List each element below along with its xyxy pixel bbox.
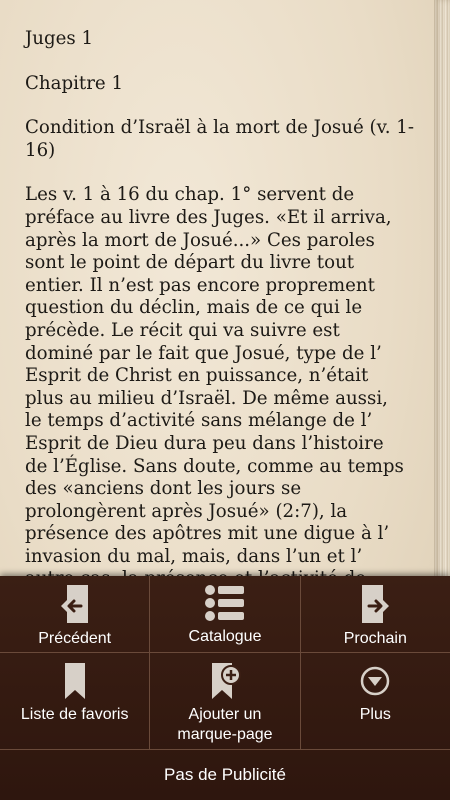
menu-row-secondary: Liste de favoris Ajouter un marque-page … (0, 653, 450, 750)
reader-text[interactable]: Juges 1 Chapitre 1 Condition d’Israël à … (25, 28, 430, 591)
more-chevron-icon (361, 666, 390, 696)
chapter-body: Les v. 1 à 16 du chap. 1° servent de pré… (25, 184, 430, 591)
body-line: dominé par le fait que Josué, type de l’ (25, 342, 382, 364)
body-line: des «anciens dont les jours se (25, 478, 302, 500)
body-line: sont le point de départ du livre tout (25, 252, 355, 274)
bookmark-icon (64, 663, 85, 699)
body-line: le temps d’activité sans mélange de l’ (25, 410, 373, 432)
body-line: de l’Église. Sans doute, comme au temps (25, 455, 404, 477)
body-line: Les v. 1 à 16 du chap. 1° servent de (25, 184, 355, 206)
body-line: présence des apôtres mit une digue à l’ (25, 523, 390, 545)
favorites-label: Liste de favoris (20, 706, 129, 723)
next-button[interactable]: Prochain (299, 576, 450, 652)
previous-button[interactable]: Précédent (0, 576, 149, 652)
chapter-title: Chapitre 1 (25, 72, 124, 94)
no-ads-button[interactable]: Pas de Publicité (0, 750, 450, 800)
body-line: après la mort de Josué...» Ces paroles (25, 229, 375, 251)
previous-label: Précédent (38, 630, 112, 647)
body-line: invasion du mal, mais, dans l’un et l’ (25, 545, 363, 567)
body-line: plus au milieu d’Israël. De même aussi, (25, 387, 388, 409)
no-ads-label: Pas de Publicité (164, 765, 286, 784)
add-bookmark-label: Ajouter un marque-page (177, 706, 273, 743)
next-page-icon (362, 585, 390, 623)
list-icon (204, 585, 244, 621)
menu-row-primary: Précédent Catalogue Prochain (0, 576, 450, 653)
body-line: question du déclin, mais de ce qui le (25, 297, 363, 319)
section-title: Condition d’Israël à la mort de Josué (v… (25, 117, 415, 161)
more-label: Plus (359, 706, 391, 723)
favorites-button[interactable]: Liste de favoris (0, 653, 149, 749)
catalog-label: Catalogue (188, 628, 262, 645)
next-label: Prochain (343, 630, 407, 647)
catalog-button[interactable]: Catalogue (149, 576, 299, 652)
body-line: Esprit de Christ en puissance, n’était (25, 365, 369, 387)
body-line: Esprit de Dieu dura peu dans l’histoire (25, 432, 384, 454)
book-title: Juges 1 (25, 28, 94, 49)
body-line: prolongèrent après Josué» (2:7), la (25, 500, 348, 522)
previous-page-icon (60, 585, 88, 623)
more-button[interactable]: Plus (299, 653, 450, 749)
add-bookmark-icon (211, 663, 241, 699)
add-bookmark-button[interactable]: Ajouter un marque-page (149, 653, 299, 749)
body-line: préface au livre des Juges. «Et il arriv… (25, 206, 392, 228)
body-line: précède. Le récit qui va suivre est (25, 319, 340, 341)
body-line: entier. Il n’est pas encore proprement (25, 274, 375, 296)
bottom-menu: Précédent Catalogue Prochain Liste de fa… (0, 576, 450, 800)
